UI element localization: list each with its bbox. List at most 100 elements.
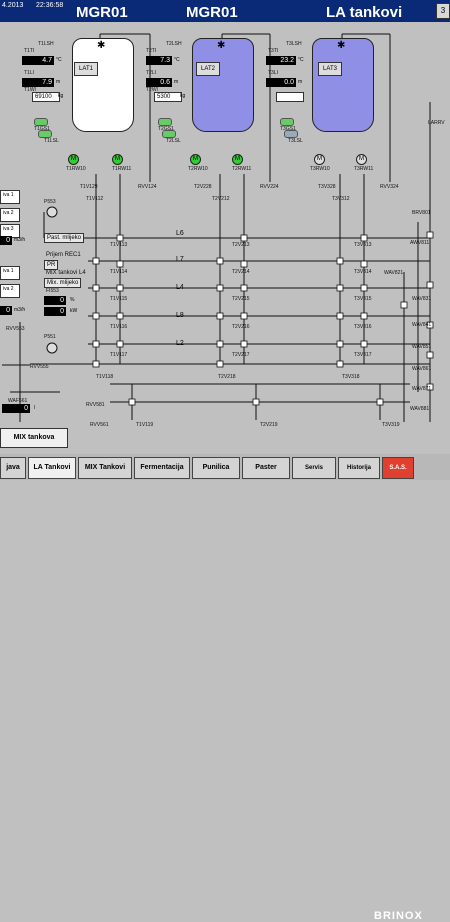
tag-t3v319[interactable]: T3V319: [382, 422, 400, 428]
t2-weight-unit: kg: [180, 93, 186, 99]
tag-t3v317[interactable]: T3V317: [354, 352, 372, 358]
t3-motor-11[interactable]: M: [356, 154, 367, 165]
tag-t1lsh: T1LSH: [38, 41, 54, 47]
date-text: 4.2013: [2, 2, 24, 9]
tank-label-lat2: LAT2: [196, 62, 220, 76]
tag-t2v228[interactable]: T2V228: [194, 184, 212, 190]
tank-lat3[interactable]: ✱: [312, 38, 374, 132]
tag-t2v217[interactable]: T2V217: [232, 352, 250, 358]
tag-t2ti: T2TI: [146, 48, 157, 54]
tag-wav821[interactable]: WAV821: [384, 270, 403, 276]
tag-t3v313[interactable]: T3V313: [354, 242, 372, 248]
tag-t2v216[interactable]: T2V216: [232, 324, 250, 330]
nav-button-mix-tankovi[interactable]: MIX Tankovi: [78, 457, 132, 479]
tag-rvv224[interactable]: RVV224: [260, 184, 279, 190]
t1-motor-10[interactable]: M: [68, 154, 79, 165]
t2-motor-11[interactable]: M: [232, 154, 243, 165]
tag-wav841[interactable]: WAV841: [412, 322, 431, 328]
side-box-5[interactable]: iva 2: [0, 284, 20, 298]
tank-lat1[interactable]: ✱: [72, 38, 134, 132]
tag-t1v116[interactable]: T1V116: [110, 324, 127, 330]
tag-p553[interactable]: P553: [44, 199, 56, 205]
mix-tankova-button[interactable]: MIX tankova: [0, 428, 68, 448]
tag-t3v314[interactable]: T3V314: [354, 269, 372, 275]
pr-label[interactable]: PR: [44, 260, 59, 270]
tag-t3lsl: T3LSL: [288, 138, 303, 144]
t3-temp-unit: °C: [298, 57, 304, 63]
tag-t1v115[interactable]: T1V115: [110, 296, 127, 302]
tag-t3v318[interactable]: T3V318: [342, 374, 360, 380]
tag-t3li: T3LI: [268, 70, 279, 76]
side-label-4: iva 1: [3, 268, 14, 274]
t2-gs1-indicator: [158, 118, 172, 126]
brand-logo: BRINOX: [374, 910, 423, 922]
tag-wav881[interactable]: WAV881: [410, 406, 429, 412]
tag-t2v213[interactable]: T2V213: [232, 242, 250, 248]
title-bar: 4.2013 22:36:58 MGR01 MGR01 LA tankovi 3: [0, 0, 450, 22]
t1-weight-unit: kg: [58, 93, 64, 99]
tag-wav861[interactable]: WAV861: [412, 366, 431, 372]
t2-level-unit: m: [174, 79, 179, 85]
nav-button-sas[interactable]: S.A.S.: [382, 457, 414, 479]
t3-motor-10[interactable]: M: [314, 154, 325, 165]
tag-t1v114[interactable]: T1V114: [110, 269, 127, 275]
tank-lat2[interactable]: ✱: [192, 38, 254, 132]
nav-button-la-tankovi[interactable]: LA Tankovi: [28, 457, 76, 479]
line-l7: L7: [176, 256, 184, 263]
nav-button-paster[interactable]: Paster: [242, 457, 290, 479]
tag-t1v118[interactable]: T1V118: [96, 374, 113, 380]
side-box-2[interactable]: iva 2: [0, 208, 20, 222]
side-box-1[interactable]: iva 1: [0, 190, 20, 204]
tag-t3lsh: T3LSH: [286, 41, 302, 47]
tag-t2v212[interactable]: T2V212: [212, 196, 230, 202]
agitator-icon: ✱: [337, 40, 346, 51]
tag-t3v316[interactable]: T3V316: [354, 324, 372, 330]
tag-t1v113[interactable]: T1V113: [110, 242, 127, 248]
tag-wav831[interactable]: WAV831: [412, 296, 431, 302]
tag-t1v112[interactable]: T1V112: [86, 196, 103, 202]
tag-t3v328[interactable]: T3V328: [318, 184, 336, 190]
tag-t2v219[interactable]: T2V219: [260, 422, 278, 428]
tag-t3ti: T3TI: [268, 48, 279, 54]
nav-button-historija[interactable]: Historija: [338, 457, 380, 479]
tag-t1v119[interactable]: T1V119: [136, 422, 153, 428]
tag-rvv124[interactable]: RVV124: [138, 184, 157, 190]
nav-button-servis[interactable]: Servis: [292, 457, 336, 479]
tag-t3v315[interactable]: T3V315: [354, 296, 372, 302]
nav-button-fermentacija[interactable]: Fermentacija: [134, 457, 190, 479]
tag-rvv555[interactable]: RVV555: [30, 364, 49, 370]
tag-rvv324[interactable]: RVV324: [380, 184, 399, 190]
tag-t3v312[interactable]: T3V312: [332, 196, 350, 202]
t2-temp-unit: °C: [174, 57, 180, 63]
tag-brv801[interactable]: BRV801: [412, 210, 431, 216]
t3-level: 0.0: [266, 78, 296, 87]
mix-mlijeko-label[interactable]: Mix. mlijeko: [44, 278, 82, 288]
bottom-navigation: java LA Tankovi MIX Tankovi Fermentacija…: [0, 454, 450, 922]
nav-button-punilica[interactable]: Punilica: [192, 457, 240, 479]
corner-button[interactable]: 3: [436, 3, 450, 19]
tag-wav871[interactable]: WAV871: [412, 386, 431, 392]
tag-t2v215[interactable]: T2V215: [232, 296, 250, 302]
tag-t2v214[interactable]: T2V214: [232, 269, 250, 275]
tag-rvv561[interactable]: RVV561: [90, 422, 109, 428]
tag-p551[interactable]: P551: [44, 334, 56, 340]
tag-t2v218[interactable]: T2V218: [218, 374, 236, 380]
tag-t1v117[interactable]: T1V117: [110, 352, 127, 358]
t3-weight: [276, 92, 304, 102]
nav-button-prijava[interactable]: java: [0, 457, 26, 479]
tag-rvv553[interactable]: RVV553: [6, 326, 25, 332]
tag-larrv[interactable]: LARRV: [428, 120, 445, 126]
side-box-4[interactable]: iva 1: [0, 266, 20, 280]
tag-t2lsl: T2LSL: [166, 138, 181, 144]
fi553-unit-2: kW: [70, 308, 78, 314]
t1-motor-11[interactable]: M: [112, 154, 123, 165]
tag-t1li: T1LI: [24, 70, 35, 76]
tag-wav851[interactable]: WAV851: [412, 344, 431, 350]
tag-rvv581[interactable]: RVV581: [86, 402, 105, 408]
tag-awv811[interactable]: AWV811: [410, 240, 429, 246]
side-value-2: 0: [0, 306, 12, 315]
tag-t1v129[interactable]: T1V129: [80, 184, 98, 190]
t2-motor-10[interactable]: M: [190, 154, 201, 165]
past-mlijeko-label[interactable]: Past. mlijeko: [44, 233, 85, 243]
t1-gs1-indicator: [34, 118, 48, 126]
